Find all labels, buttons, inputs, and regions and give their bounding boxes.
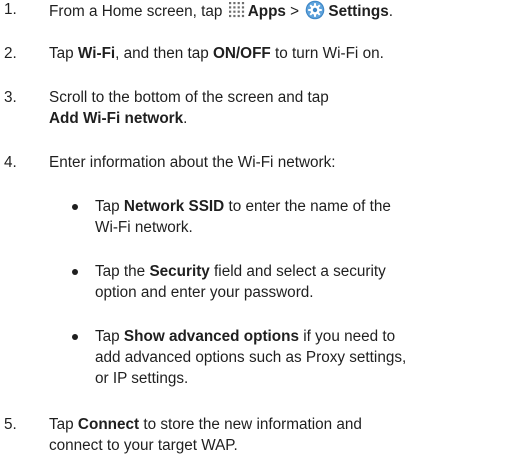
step-text-segment: . xyxy=(183,110,188,127)
bullet-dot xyxy=(72,269,78,275)
step-text-segment: From a Home screen, tap xyxy=(49,3,227,20)
step-text: Enter information about the Wi-Fi networ… xyxy=(49,154,336,171)
bullet-text-line-2: option and enter your password. xyxy=(95,284,314,301)
step-text: From a Home screen, tap Apps > Settings. xyxy=(49,0,506,22)
step-text-segment: to store the new information and xyxy=(139,416,362,433)
step-text-segment: to turn Wi-Fi on. xyxy=(270,45,384,62)
step-text-segment: > xyxy=(285,3,304,20)
bullet-text-segment: if you need to xyxy=(299,328,396,345)
step-text-segment: Tap xyxy=(49,45,78,62)
apps-grid-icon xyxy=(228,1,246,19)
security-label: Security xyxy=(149,263,210,280)
bullet-text: Tap Show advanced options if you need to xyxy=(95,327,506,347)
step-text-segment: Tap xyxy=(49,416,78,433)
bullet-text-segment: field and select a security xyxy=(209,263,386,280)
wifi-label: Wi-Fi xyxy=(77,45,116,62)
step-number: 2. xyxy=(4,45,17,62)
bullet-dot xyxy=(72,334,78,340)
settings-gear-icon xyxy=(305,0,325,20)
onoff-label: ON/OFF xyxy=(212,45,271,62)
step-text-segment: . xyxy=(388,3,393,20)
bullet-dot xyxy=(72,204,78,210)
bullet-text-line-2: Wi-Fi network. xyxy=(95,219,193,236)
step-text: Scroll to the bottom of the screen and t… xyxy=(49,89,329,106)
step-number: 4. xyxy=(4,154,17,171)
settings-label: Settings xyxy=(328,3,389,20)
bullet-text: Tap Network SSID to enter the name of th… xyxy=(95,197,506,217)
step-number: 3. xyxy=(4,89,17,106)
wifi-setup-instructions: 1. From a Home screen, tap Apps > Settin… xyxy=(0,0,512,462)
bullet-text-segment: Tap the xyxy=(95,263,150,280)
network-ssid-label: Network SSID xyxy=(123,198,225,215)
bullet-text: Tap the Security field and select a secu… xyxy=(95,262,506,282)
bullet-text-segment: Tap xyxy=(95,198,124,215)
step-number: 1. xyxy=(4,1,17,18)
step-text-segment: , and then tap xyxy=(115,45,213,62)
bullet-text-line-3: or IP settings. xyxy=(95,370,189,387)
step-text: Tap Wi-Fi, and then tap ON/OFF to turn W… xyxy=(49,44,506,64)
bullet-text-segment: Tap xyxy=(95,328,124,345)
bullet-text-segment: to enter the name of the xyxy=(224,198,391,215)
step-text-line-2: connect to your target WAP. xyxy=(49,437,238,454)
bullet-text-line-2: add advanced options such as Proxy setti… xyxy=(95,349,407,366)
connect-label: Connect xyxy=(77,416,140,433)
step-text: Tap Connect to store the new information… xyxy=(49,415,506,435)
add-wifi-network-label: Add Wi-Fi network xyxy=(49,110,184,127)
step-number: 5. xyxy=(4,416,17,433)
step-text-line-2: Add Wi-Fi network. xyxy=(49,109,506,129)
show-advanced-options-label: Show advanced options xyxy=(123,328,300,345)
apps-label: Apps xyxy=(247,3,286,20)
